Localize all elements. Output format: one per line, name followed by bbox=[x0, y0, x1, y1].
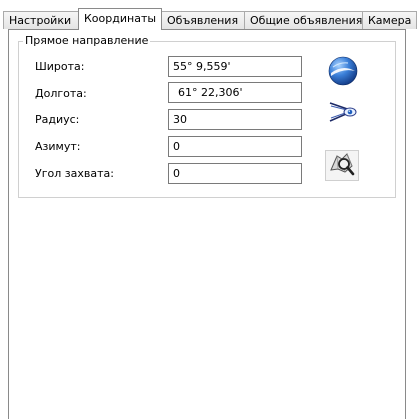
view-cone-icon bbox=[327, 99, 359, 128]
tab-coordinates[interactable]: Координаты bbox=[78, 8, 162, 30]
radius-label: Радиус: bbox=[35, 113, 80, 126]
longitude-label: Долгота: bbox=[35, 87, 87, 100]
azimuth-field[interactable]: 0 bbox=[168, 136, 302, 157]
longitude-field[interactable]: 61° 22,306' bbox=[168, 82, 302, 103]
map-search-button[interactable] bbox=[325, 150, 359, 181]
coordinates-window: Настройки Координаты Объявления Общие об… bbox=[0, 0, 417, 419]
capture-angle-field[interactable]: 0 bbox=[168, 163, 302, 184]
latitude-label: Широта: bbox=[35, 60, 85, 73]
coordinates-panel: Прямое направление Широта: 55° 9,559' До… bbox=[8, 29, 406, 419]
radius-field[interactable]: 30 bbox=[168, 109, 302, 130]
latitude-field[interactable]: 55° 9,559' bbox=[168, 56, 302, 77]
direct-direction-group: Прямое направление Широта: 55° 9,559' До… bbox=[18, 34, 396, 198]
tab-bar: Настройки Координаты Объявления Общие об… bbox=[3, 8, 417, 30]
tab-general-announcements[interactable]: Общие объявления bbox=[244, 11, 363, 29]
capture-angle-label: Угол захвата: bbox=[35, 167, 114, 180]
globe-button[interactable] bbox=[325, 56, 361, 89]
view-cone-button[interactable] bbox=[325, 97, 361, 130]
group-title: Прямое направление bbox=[23, 34, 151, 47]
tab-camera[interactable]: Камера bbox=[362, 11, 417, 29]
azimuth-label: Азимут: bbox=[35, 140, 81, 153]
map-search-icon bbox=[328, 150, 356, 181]
globe-icon bbox=[328, 56, 358, 89]
tab-settings[interactable]: Настройки bbox=[3, 11, 79, 29]
tab-announcements[interactable]: Объявления bbox=[161, 11, 245, 29]
